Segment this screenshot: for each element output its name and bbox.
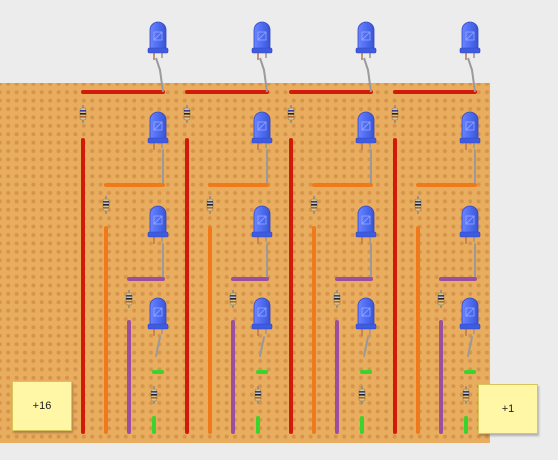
- note-left-label: +16: [32, 400, 52, 412]
- resistor-top-band: [80, 113, 86, 115]
- resistor-top-band: [80, 110, 86, 112]
- led-top-body: [253, 21, 271, 53]
- resistor-bottom-band: [151, 394, 157, 396]
- resistor-top-band: [184, 110, 190, 112]
- led-row4-body: [149, 297, 167, 329]
- led-top: [459, 21, 481, 60]
- led-row4-rim: [355, 323, 377, 330]
- resistor-mid-band: [103, 204, 109, 206]
- led-row2-rim: [459, 137, 481, 144]
- led-top: [355, 21, 377, 60]
- led-row3-body: [149, 205, 167, 237]
- note-left[interactable]: +16: [12, 381, 72, 431]
- led-row4-body: [253, 297, 271, 329]
- resistor-bottom-band: [359, 391, 365, 393]
- led-row4-rim: [459, 323, 481, 330]
- led-row2-rim: [147, 137, 169, 144]
- note-right-label: +1: [501, 403, 515, 415]
- resistor-low-band: [230, 301, 236, 303]
- led-top: [147, 21, 169, 60]
- resistor-low-band: [126, 301, 132, 303]
- resistor-bottom-band: [151, 397, 157, 399]
- resistor-mid-band: [311, 204, 317, 206]
- led-top: [251, 21, 273, 60]
- led-row2-body: [461, 111, 479, 143]
- led-row2-rim: [251, 137, 273, 144]
- resistor-low-band: [334, 301, 340, 303]
- led-row3-rim: [147, 231, 169, 238]
- resistor-mid-band: [311, 201, 317, 203]
- resistor-bottom-band: [255, 397, 261, 399]
- resistor-bottom-band: [463, 391, 469, 393]
- led-row3-rim: [459, 231, 481, 238]
- led-row3-rim: [251, 231, 273, 238]
- resistor-top-band: [392, 110, 398, 112]
- led-top-rim: [355, 47, 377, 54]
- resistor-mid-band: [207, 204, 213, 206]
- led-row4-rim: [251, 323, 273, 330]
- resistor-mid-band: [415, 207, 421, 209]
- resistor-top-band: [392, 113, 398, 115]
- circuit-canvas: [0, 21, 490, 443]
- resistor-mid-band: [103, 207, 109, 209]
- resistor-mid-band: [311, 207, 317, 209]
- led-top-rim: [147, 47, 169, 54]
- resistor-low-band: [334, 295, 340, 297]
- resistor-mid-band: [207, 207, 213, 209]
- resistor-bottom-band: [255, 391, 261, 393]
- led-top-body: [149, 21, 167, 53]
- resistor-top-band: [80, 116, 86, 118]
- resistor-low-band: [126, 298, 132, 300]
- resistor-low-band: [126, 295, 132, 297]
- resistor-mid-band: [103, 201, 109, 203]
- resistor-bottom-band: [359, 397, 365, 399]
- led-top-body: [357, 21, 375, 53]
- resistor-top-band: [288, 113, 294, 115]
- led-row3-rim: [355, 231, 377, 238]
- resistor-low-band: [334, 298, 340, 300]
- resistor-low-band: [230, 298, 236, 300]
- resistor-bottom-band: [255, 394, 261, 396]
- led-row3-body: [461, 205, 479, 237]
- resistor-bottom-band: [151, 391, 157, 393]
- resistor-top-band: [392, 116, 398, 118]
- resistor-top-band: [184, 116, 190, 118]
- resistor-top-band: [288, 116, 294, 118]
- led-row3-body: [357, 205, 375, 237]
- resistor-top-band: [184, 113, 190, 115]
- resistor-bottom-band: [463, 397, 469, 399]
- led-top-rim: [459, 47, 481, 54]
- resistor-low-band: [438, 301, 444, 303]
- led-row2-body: [357, 111, 375, 143]
- led-row4-body: [461, 297, 479, 329]
- note-right[interactable]: +1: [478, 384, 538, 434]
- resistor-low-band: [230, 295, 236, 297]
- led-row4-rim: [147, 323, 169, 330]
- led-top-rim: [251, 47, 273, 54]
- resistor-mid-band: [415, 201, 421, 203]
- led-row4-body: [357, 297, 375, 329]
- resistor-low-band: [438, 298, 444, 300]
- resistor-mid-band: [207, 201, 213, 203]
- led-top-body: [461, 21, 479, 53]
- resistor-bottom-band: [359, 394, 365, 396]
- led-row2-rim: [355, 137, 377, 144]
- resistor-top-band: [288, 110, 294, 112]
- resistor-low-band: [438, 295, 444, 297]
- resistor-mid-band: [415, 204, 421, 206]
- led-row2-body: [149, 111, 167, 143]
- led-row3-body: [253, 205, 271, 237]
- led-row2-body: [253, 111, 271, 143]
- resistor-bottom-band: [463, 394, 469, 396]
